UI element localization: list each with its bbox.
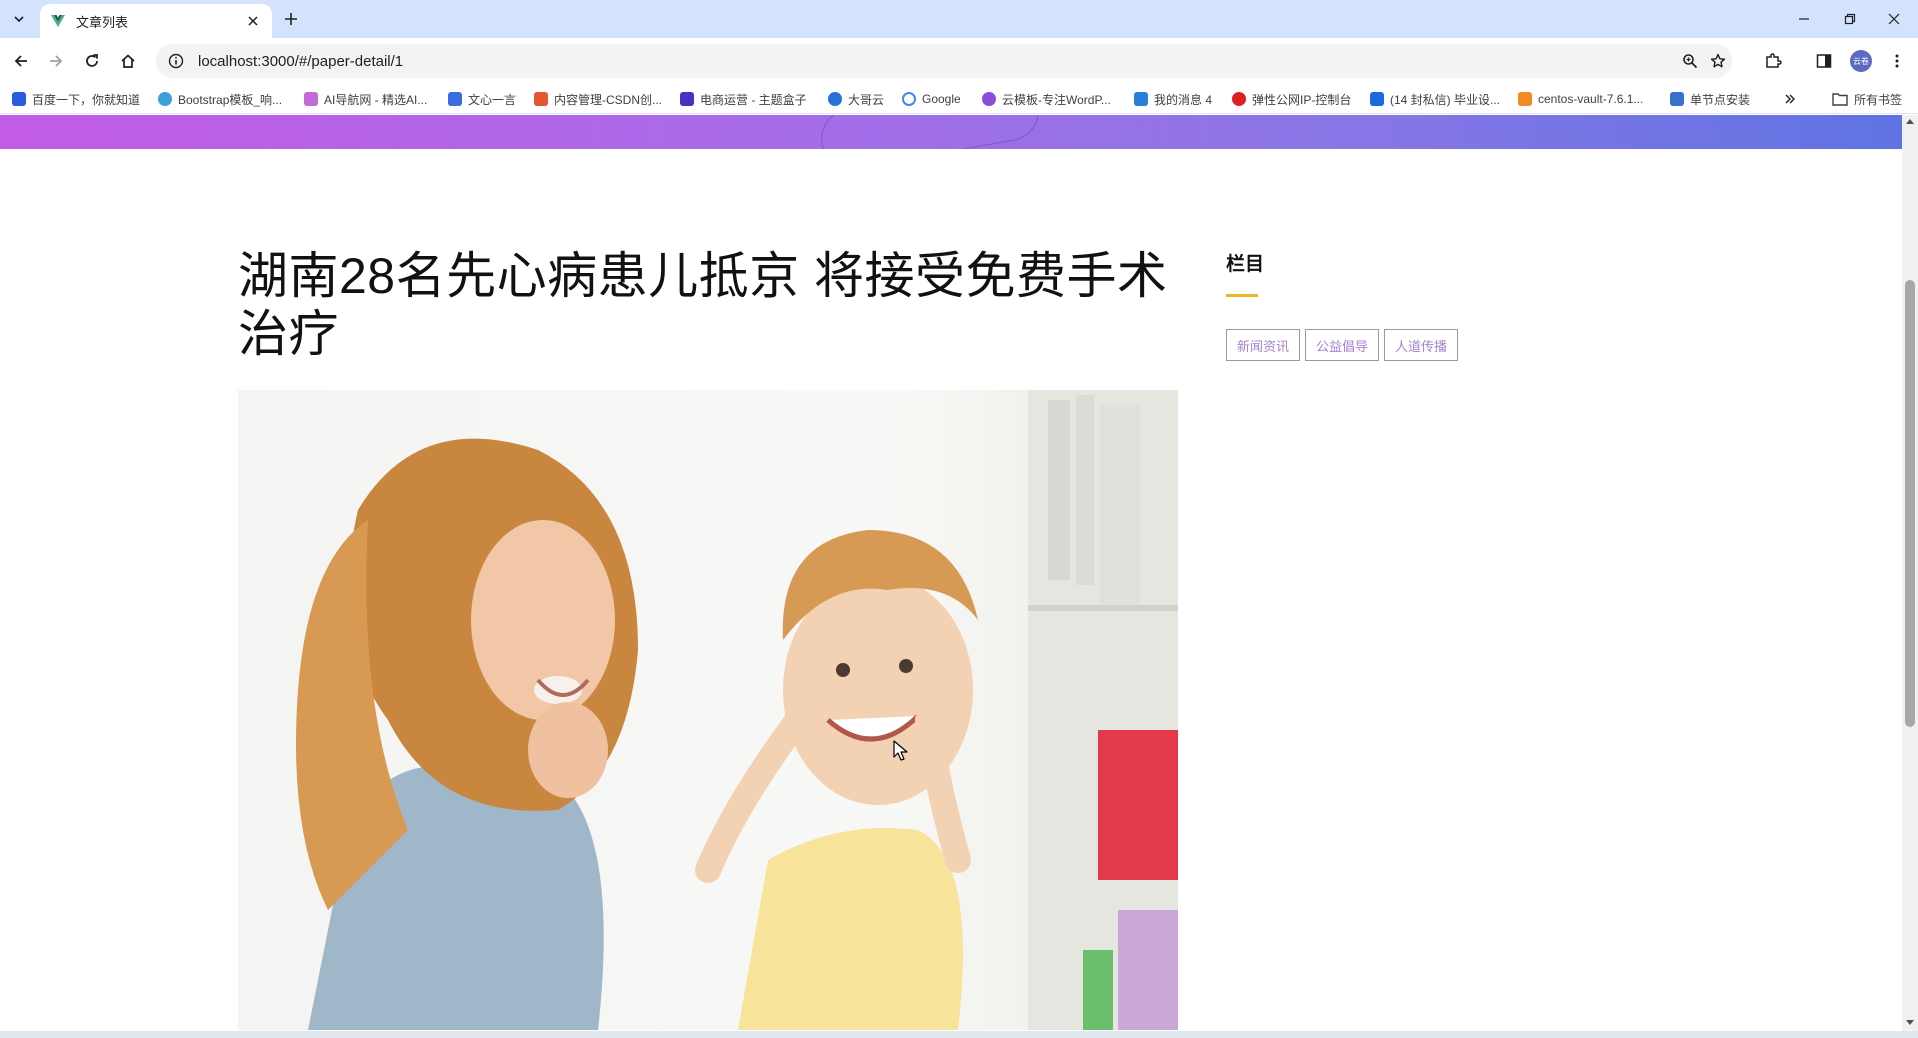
double-chevron-right-icon (1785, 94, 1795, 104)
bookmark-favicon-icon (158, 92, 172, 106)
side-panel-button[interactable] (1811, 48, 1837, 74)
category-tag-list: 新闻资讯 公益倡导 人道传播 (1226, 329, 1486, 361)
bookmark-item[interactable]: 大哥云 (828, 90, 884, 108)
page-scrollbar[interactable] (1902, 115, 1918, 1031)
bookmark-favicon-icon (448, 92, 462, 106)
bookmark-item[interactable]: (14 封私信) 毕业设... (1370, 90, 1500, 108)
tab-title: 文章列表 (76, 14, 129, 30)
photo-mother-child-illustration (238, 390, 1178, 1030)
plus-icon (285, 13, 297, 25)
bookmarks-bar: 百度一下，你就知道 Bootstrap模板_响... AI导航网 - 精选AI.… (0, 84, 1918, 114)
kebab-menu-icon (1895, 54, 1899, 68)
bookmark-favicon-icon (680, 92, 694, 106)
category-tag-humanitarian[interactable]: 人道传播 (1384, 329, 1459, 361)
minimize-icon (1799, 18, 1809, 20)
arrow-left-icon (14, 55, 27, 67)
restore-icon (1844, 13, 1856, 25)
tab-close-button[interactable] (244, 12, 262, 30)
bookmark-favicon-icon (828, 92, 842, 106)
bookmark-item[interactable]: Bootstrap模板_响... (158, 90, 282, 108)
restore-button[interactable] (1828, 0, 1872, 38)
tab-search-button[interactable] (7, 7, 31, 31)
page-banner (0, 115, 1902, 149)
bookmark-item[interactable]: 我的消息 4 (1134, 90, 1212, 108)
home-icon (121, 54, 135, 68)
bookmark-item[interactable]: AI导航网 - 精选AI... (304, 90, 427, 108)
bookmark-favicon-icon (1518, 92, 1532, 106)
bookmark-item[interactable]: 单节点安装 (1670, 90, 1750, 108)
close-window-button[interactable] (1872, 0, 1916, 38)
chevron-down-icon (14, 16, 24, 23)
mouse-cursor-icon (893, 740, 908, 761)
browser-toolbar: localhost:3000/#/paper-detail/1 云卷 (0, 38, 1918, 84)
bookmark-item[interactable]: 弹性公网IP-控制台 (1232, 90, 1351, 108)
heading-underline (1226, 294, 1258, 297)
bookmark-item[interactable]: Google (902, 90, 961, 108)
bookmark-item[interactable]: 百度一下，你就知道 (12, 90, 140, 108)
reload-button[interactable] (79, 48, 105, 74)
bookmark-item[interactable]: centos-vault-7.6.1... (1518, 90, 1643, 108)
scrollbar-thumb[interactable] (1905, 280, 1915, 727)
all-bookmarks-button[interactable]: 所有书签 (1832, 90, 1902, 108)
bookmark-favicon-icon (12, 92, 26, 106)
huawei-icon (1232, 92, 1246, 106)
category-tag-news[interactable]: 新闻资讯 (1226, 329, 1301, 361)
star-icon (1710, 53, 1726, 68)
url-text[interactable]: localhost:3000/#/paper-detail/1 (198, 53, 403, 70)
category-tag-advocacy[interactable]: 公益倡导 (1305, 329, 1380, 361)
profile-button[interactable]: 云卷 (1848, 48, 1874, 74)
back-button[interactable] (8, 48, 34, 74)
bookmark-item[interactable]: 云模板-专注WordP... (982, 90, 1111, 108)
article: 湖南28名先心病患儿抵京 将接受免费手术治疗 (238, 247, 1178, 1030)
scroll-down-arrow-icon[interactable] (1906, 1020, 1914, 1025)
close-icon (1888, 13, 1900, 25)
tab-strip: 文章列表 (0, 0, 1918, 38)
scroll-up-arrow-icon[interactable] (1906, 119, 1914, 124)
puzzle-icon (1766, 53, 1782, 68)
bookmark-favicon-icon (1134, 92, 1148, 106)
side-panel-icon (1816, 54, 1832, 68)
site-info-icon[interactable] (168, 53, 184, 69)
bookmark-star-button[interactable] (1708, 51, 1728, 71)
minimize-button[interactable] (1782, 0, 1826, 38)
home-button[interactable] (115, 48, 141, 74)
bookmark-favicon-icon (534, 92, 548, 106)
browser-tab-active[interactable]: 文章列表 (40, 4, 272, 38)
window-bottom-edge (0, 1031, 1918, 1038)
article-image (238, 390, 1178, 1030)
bookmark-favicon-icon (304, 92, 318, 106)
zoom-button[interactable] (1680, 51, 1700, 71)
page-viewport: 湖南28名先心病患儿抵京 将接受免费手术治疗 栏目 新闻资讯 公益倡导 人道传播 (0, 115, 1902, 1031)
google-icon (902, 92, 916, 106)
arrow-right-icon (50, 55, 63, 67)
sidebar-heading: 栏目 (1226, 254, 1265, 275)
bookmark-item[interactable]: 内容管理-CSDN创... (534, 90, 662, 108)
sidebar-categories: 栏目 新闻资讯 公益倡导 人道传播 (1226, 249, 1486, 361)
close-icon (248, 16, 258, 26)
forward-button[interactable] (43, 48, 69, 74)
address-bar[interactable]: localhost:3000/#/paper-detail/1 (156, 44, 1732, 78)
bookmark-item[interactable]: 文心一言 (448, 90, 516, 108)
zoom-icon (1683, 54, 1698, 69)
banner-decoration (816, 115, 1044, 149)
bookmark-favicon-icon (982, 92, 996, 106)
vue-logo-icon (51, 15, 65, 27)
layers-icon (1670, 92, 1684, 106)
new-tab-button[interactable] (280, 8, 302, 30)
reload-icon (86, 54, 98, 67)
bookmarks-overflow-button[interactable] (1780, 90, 1800, 108)
extensions-button[interactable] (1760, 48, 1786, 74)
zhihu-icon (1370, 92, 1384, 106)
article-title: 湖南28名先心病患儿抵京 将接受免费手术治疗 (238, 248, 1168, 362)
folder-icon (1832, 93, 1848, 106)
menu-button[interactable] (1884, 48, 1910, 74)
avatar: 云卷 (1850, 50, 1872, 72)
bookmark-item[interactable]: 电商运营 - 主题盒子 (680, 90, 807, 108)
